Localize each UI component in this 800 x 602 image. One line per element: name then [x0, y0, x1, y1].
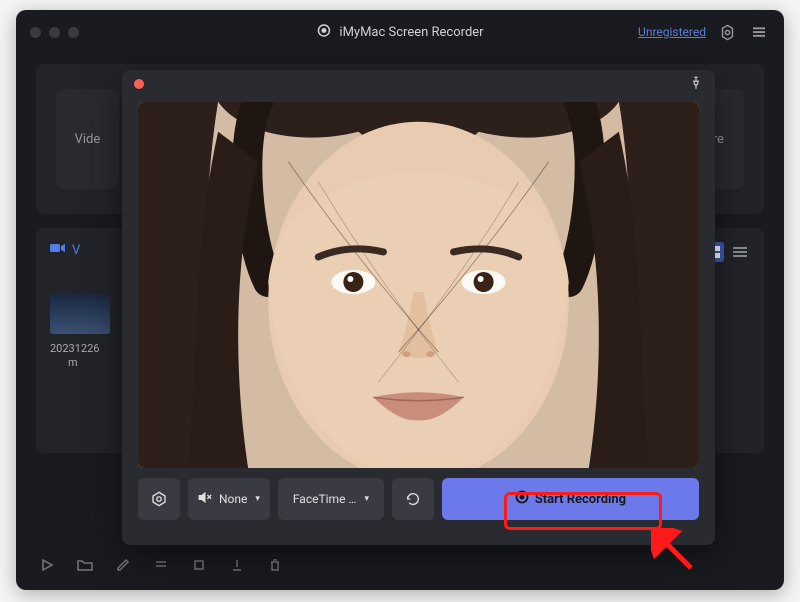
record-ring-icon	[316, 23, 331, 42]
audio-label: None	[219, 492, 247, 506]
modal-toolbar: None ▾ FaceTime … ▾ Start Recording	[122, 476, 715, 536]
delete-icon[interactable]	[264, 554, 286, 576]
bottom-toolbar	[16, 540, 784, 590]
pin-icon[interactable]	[689, 75, 703, 94]
modal-settings-button[interactable]	[138, 478, 180, 520]
mute-icon	[198, 490, 213, 508]
app-title: iMyMac Screen Recorder	[316, 23, 483, 42]
camera-label: FaceTime …	[293, 492, 357, 506]
modal-close-button[interactable]	[134, 79, 144, 89]
record-icon	[515, 490, 529, 508]
unregistered-link[interactable]: Unregistered	[638, 25, 706, 39]
traffic-lights	[30, 27, 79, 38]
titlebar-right: Unregistered	[638, 21, 770, 43]
list-view-button[interactable]	[730, 242, 750, 262]
play-icon[interactable]	[36, 554, 58, 576]
edit-icon[interactable]	[112, 554, 134, 576]
settings-button[interactable]	[716, 21, 738, 43]
titlebar: iMyMac Screen Recorder Unregistered	[16, 10, 784, 54]
tool-icon-1[interactable]	[150, 554, 172, 576]
start-recording-label: Start Recording	[535, 492, 626, 507]
reset-button[interactable]	[392, 478, 434, 520]
close-window-button[interactable]	[30, 27, 41, 38]
audio-source-dropdown[interactable]: None ▾	[188, 478, 270, 520]
recording-thumbnail[interactable]	[50, 294, 110, 334]
folder-icon[interactable]	[74, 554, 96, 576]
chevron-down-icon: ▾	[255, 494, 260, 504]
webcam-recording-modal: None ▾ FaceTime … ▾ Start Recording	[122, 70, 715, 545]
chevron-down-icon: ▾	[364, 494, 369, 504]
section-label: V	[72, 243, 80, 258]
app-title-text: iMyMac Screen Recorder	[339, 25, 483, 40]
tool-icon-3[interactable]	[226, 554, 248, 576]
face-placeholder-image	[138, 102, 699, 468]
modal-header	[122, 70, 715, 98]
start-recording-button[interactable]: Start Recording	[442, 478, 699, 520]
tool-icon-2[interactable]	[188, 554, 210, 576]
app-window: iMyMac Screen Recorder Unregistered Vide…	[16, 10, 784, 590]
camera-preview	[138, 102, 699, 468]
mode-item-video[interactable]: Vide	[56, 89, 119, 189]
minimize-window-button[interactable]	[49, 27, 60, 38]
camera-source-dropdown[interactable]: FaceTime … ▾	[278, 478, 384, 520]
menu-button[interactable]	[748, 21, 770, 43]
camera-icon	[50, 242, 66, 258]
maximize-window-button[interactable]	[68, 27, 79, 38]
